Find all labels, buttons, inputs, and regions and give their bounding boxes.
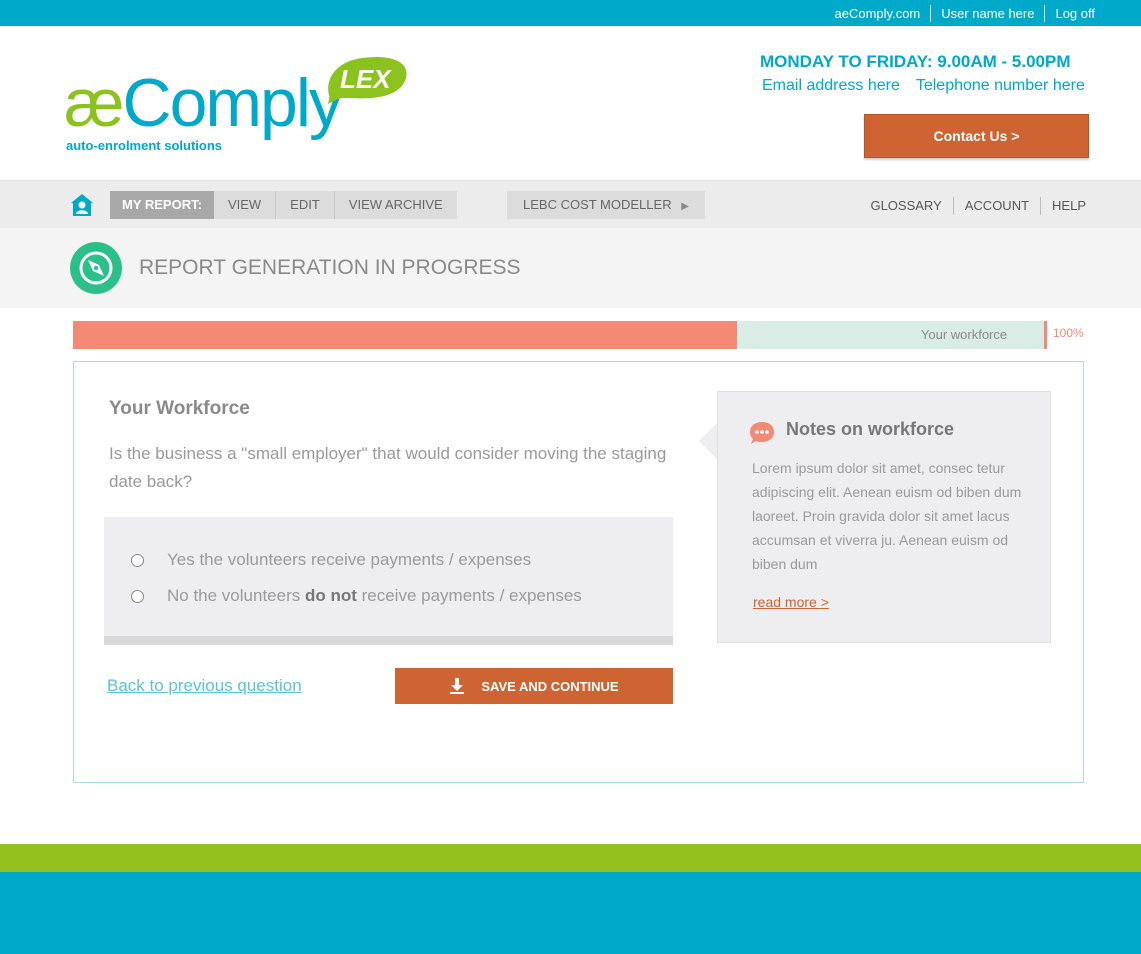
- log-off-link[interactable]: Log off: [1044, 4, 1105, 22]
- progress-end-marker: [1044, 321, 1047, 349]
- progress-fill: [73, 321, 737, 349]
- save-and-continue-button[interactable]: SAVE AND CONTINUE: [395, 668, 673, 704]
- footer-blue-band: [0, 872, 1141, 954]
- progress-bar: Your workforce: [73, 321, 1047, 349]
- option-yes[interactable]: Yes the volunteers receive payments / ex…: [131, 550, 531, 570]
- option-no[interactable]: No the volunteers do not receive payment…: [131, 586, 582, 606]
- tab-view[interactable]: VIEW: [214, 191, 275, 219]
- footer-green-band: [0, 844, 1141, 872]
- top-bar: aeComply.com User name here Log off: [0, 0, 1141, 26]
- question-heading: Your Workforce: [109, 398, 250, 419]
- contact-us-button[interactable]: Contact Us >: [864, 114, 1089, 158]
- download-icon: [450, 678, 465, 694]
- logo-lex-badge: LEX: [328, 56, 407, 104]
- telephone-number[interactable]: Telephone number here: [916, 77, 1085, 94]
- speech-bubble-icon: [750, 422, 774, 444]
- glossary-link[interactable]: GLOSSARY: [859, 197, 952, 215]
- back-to-previous-link[interactable]: Back to previous question: [107, 676, 302, 696]
- radio-yes[interactable]: [131, 553, 144, 567]
- contact-details: Email address here Telephone number here: [762, 77, 1085, 95]
- user-name-link[interactable]: User name here: [930, 4, 1044, 22]
- read-more-link[interactable]: read more >: [753, 594, 829, 610]
- home-icon[interactable]: [70, 193, 94, 217]
- notes-pointer: [699, 423, 717, 459]
- logo[interactable]: æComply: [64, 65, 343, 141]
- tab-view-archive[interactable]: VIEW ARCHIVE: [333, 191, 457, 219]
- question-text: Is the business a "small employer" that …: [109, 444, 667, 491]
- logo-lex-text: LEX: [340, 64, 392, 94]
- radio-no[interactable]: [131, 589, 144, 603]
- lebc-cost-modeller-button[interactable]: LEBC COST MODELLER ▶: [507, 191, 705, 219]
- play-arrow-icon: ▶: [681, 201, 689, 212]
- page-title: REPORT GENERATION IN PROGRESS: [139, 256, 521, 279]
- answer-options-box: [104, 517, 673, 645]
- compass-icon: [70, 242, 122, 294]
- my-report-label: MY REPORT:: [110, 191, 214, 219]
- option-no-label: No the volunteers do not receive payment…: [167, 586, 582, 605]
- save-and-continue-label: SAVE AND CONTINUE: [481, 678, 619, 694]
- page-title-band: REPORT GENERATION IN PROGRESS: [0, 228, 1141, 308]
- email-address[interactable]: Email address here: [762, 77, 900, 94]
- top-links: aeComply.com User name here Log off: [825, 0, 1105, 26]
- lebc-label: LEBC COST MODELLER: [523, 197, 672, 212]
- notes-title: Notes on workforce: [786, 419, 955, 439]
- my-report-group: MY REPORT: VIEW EDIT VIEW ARCHIVE: [110, 191, 457, 219]
- site-link[interactable]: aeComply.com: [825, 5, 931, 22]
- option-yes-label: Yes the volunteers receive payments / ex…: [167, 550, 532, 569]
- help-link[interactable]: HELP: [1040, 197, 1097, 215]
- account-link[interactable]: ACCOUNT: [952, 197, 1040, 215]
- logo-ae-glyph: æ: [64, 65, 124, 141]
- utility-nav: GLOSSARY ACCOUNT HELP: [859, 197, 1097, 215]
- logo-tagline: auto-enrolment solutions: [66, 138, 222, 153]
- logo-comply-text: Comply: [122, 65, 342, 141]
- opening-hours: MONDAY TO FRIDAY: 9.00AM - 5.00PM: [760, 52, 1071, 71]
- tab-edit[interactable]: EDIT: [275, 191, 334, 219]
- main-nav: MY REPORT: VIEW EDIT VIEW ARCHIVE LEBC C…: [0, 180, 1141, 228]
- notes-body: Lorem ipsum dolor sit amet, consec tetur…: [752, 460, 1022, 572]
- progress-percent: 100%: [1053, 326, 1084, 340]
